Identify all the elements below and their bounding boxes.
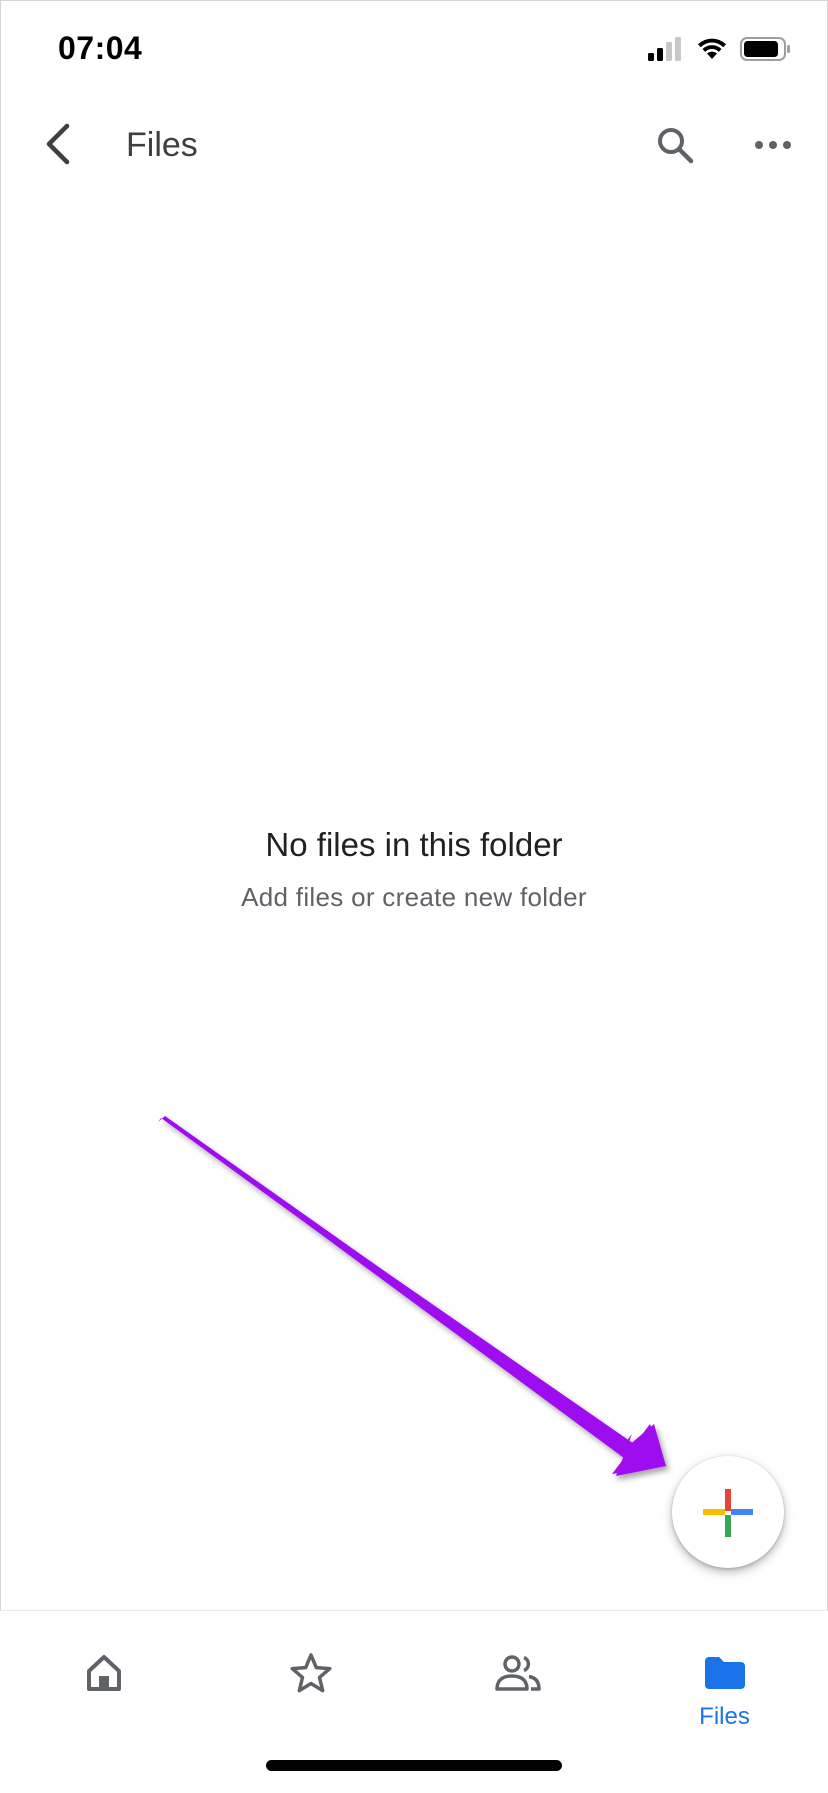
nav-starred[interactable] (207, 1611, 414, 1761)
status-time: 07:04 (58, 30, 143, 66)
page-title: Files (126, 126, 198, 164)
nav-files-label: Files (699, 1703, 750, 1730)
star-icon (289, 1653, 332, 1693)
nav-home[interactable] (0, 1611, 207, 1761)
empty-state: No files in this folder Add files or cre… (0, 826, 828, 913)
wifi-icon (698, 38, 726, 59)
back-button[interactable] (34, 120, 82, 168)
nav-shared[interactable] (414, 1611, 621, 1761)
empty-state-subtitle: Add files or create new folder (241, 882, 587, 912)
plus-icon (703, 1489, 753, 1537)
empty-state-title: No files in this folder (265, 826, 563, 863)
app-bar: Files (0, 100, 828, 190)
search-icon (658, 128, 694, 164)
home-indicator (266, 1760, 562, 1771)
chevron-left-icon (46, 123, 70, 165)
people-icon (494, 1655, 541, 1691)
status-icons (648, 36, 792, 62)
nav-files[interactable]: Files (621, 1611, 828, 1761)
more-horizontal-icon (755, 141, 791, 149)
more-options-button[interactable] (748, 120, 798, 170)
folder-icon (704, 1657, 745, 1689)
search-button[interactable] (650, 120, 700, 170)
home-icon (86, 1655, 121, 1691)
cellular-signal-icon (648, 37, 681, 61)
battery-icon (740, 37, 790, 61)
new-button[interactable] (672, 1456, 784, 1568)
